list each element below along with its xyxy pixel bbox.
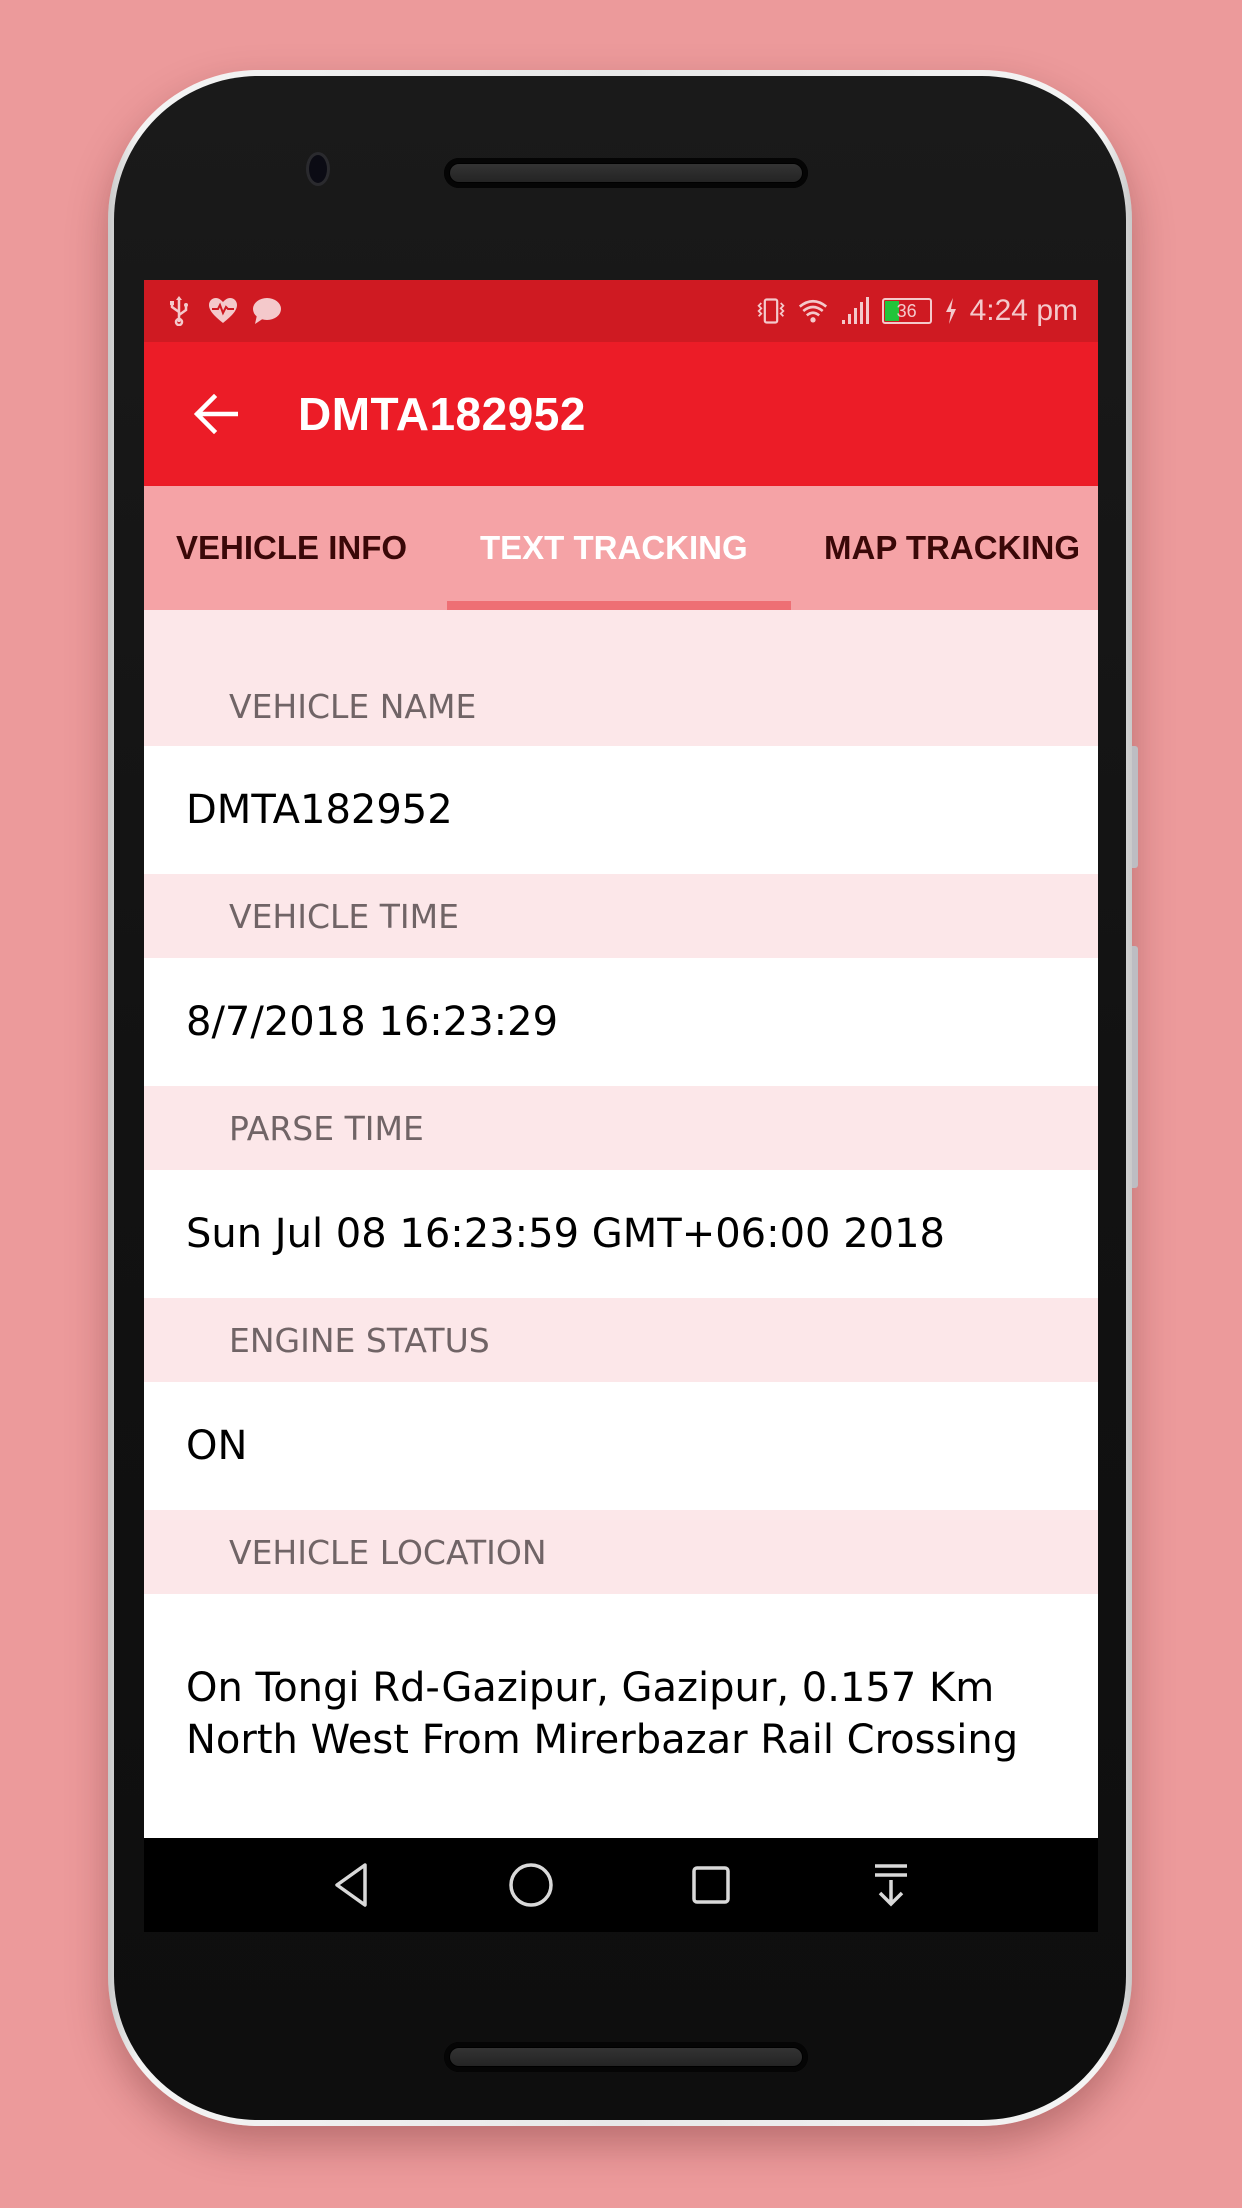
field-value: On Tongi Rd-Gazipur, Gazipur, 0.157 Km N… — [144, 1594, 1098, 1824]
volume-button — [1132, 946, 1138, 1188]
nav-notifications-button[interactable] — [866, 1860, 916, 1910]
status-time: 4:24 pm — [969, 294, 1078, 327]
tab-bar: VEHICLE INFO TEXT TRACKING MAP TRACKING — [144, 486, 1098, 610]
power-button — [1132, 746, 1138, 868]
field-value: DMTA182952 — [144, 746, 1098, 874]
active-tab-indicator — [447, 601, 791, 610]
chat-bubble-icon — [252, 296, 282, 326]
wifi-icon — [798, 296, 828, 326]
front-camera — [306, 152, 330, 186]
charging-icon — [944, 296, 958, 326]
tab-map-tracking[interactable]: MAP TRACKING — [824, 486, 1080, 610]
nav-recents-button[interactable] — [686, 1860, 736, 1910]
top-spacer — [144, 610, 1098, 650]
recents-square-icon — [692, 1866, 730, 1904]
app-bar: DMTA182952 — [144, 342, 1098, 486]
field-label: VEHICLE LOCATION — [144, 1510, 1098, 1594]
status-bar: 36 4:24 pm — [144, 280, 1098, 342]
battery-level: 36 — [896, 300, 917, 321]
tab-vehicle-info[interactable]: VEHICLE INFO — [176, 486, 407, 610]
field-label: VEHICLE TIME — [144, 874, 1098, 958]
field-label: ENGINE STATUS — [144, 1298, 1098, 1382]
navigation-bar — [144, 1838, 1098, 1932]
back-button[interactable] — [184, 382, 248, 446]
nav-home-button[interactable] — [506, 1860, 556, 1910]
home-circle-icon — [509, 1863, 553, 1907]
back-triangle-icon — [335, 1863, 367, 1907]
page-title: DMTA182952 — [298, 388, 586, 440]
nav-back-button[interactable] — [326, 1860, 376, 1910]
field-label: VEHICLE NAME — [144, 650, 1098, 746]
tab-text-tracking[interactable]: TEXT TRACKING — [480, 486, 748, 610]
heart-rate-icon — [208, 296, 238, 326]
field-value: ON — [144, 1382, 1098, 1510]
battery-icon: 36 — [881, 298, 932, 324]
field-value: 8/7/2018 16:23:29 — [144, 958, 1098, 1086]
field-label: PARSE TIME — [144, 1086, 1098, 1170]
phone-screen: 36 4:24 pm DMTA182952 VEHICLE INFO TEXT … — [144, 280, 1098, 1932]
notification-pull-down-icon — [875, 1864, 907, 1907]
field-value: Sun Jul 08 16:23:59 GMT+06:00 2018 — [144, 1170, 1098, 1298]
bottom-speaker — [444, 2042, 808, 2072]
vibrate-icon — [756, 296, 786, 326]
top-speaker — [444, 158, 808, 188]
usb-icon — [164, 296, 194, 326]
tracking-details: VEHICLE NAME DMTA182952 VEHICLE TIME 8/7… — [144, 610, 1098, 1824]
signal-icon — [840, 296, 870, 326]
arrow-left-icon — [194, 394, 238, 434]
